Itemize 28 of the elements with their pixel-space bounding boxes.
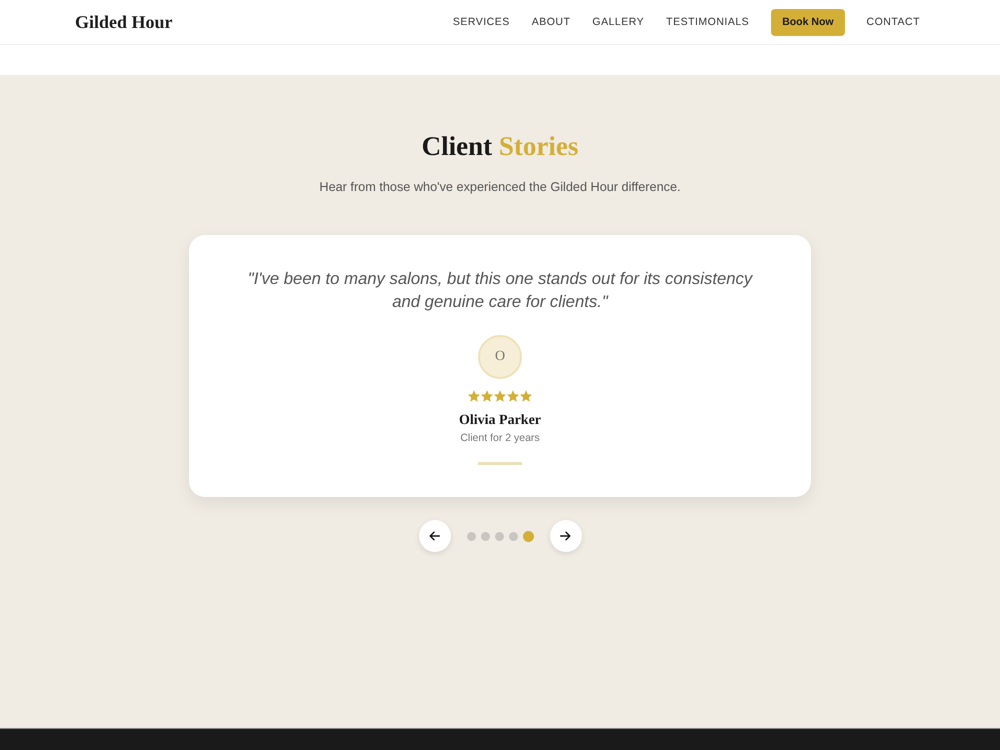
nav-link[interactable]: TESTIMONIALS xyxy=(666,16,750,28)
arrow-left-icon xyxy=(429,531,440,541)
nav-link[interactable]: ABOUT xyxy=(532,16,570,28)
star-icon xyxy=(507,390,519,402)
book-now-button[interactable]: Book Now xyxy=(771,8,845,36)
nav-link[interactable]: SERVICES xyxy=(452,16,510,28)
carousel-dot[interactable] xyxy=(466,532,476,540)
section-subtitle: Hear from those who've experienced the Gilded Hour difference. xyxy=(319,179,681,196)
nav-link[interactable]: CONTACT xyxy=(866,16,920,28)
carousel-dot[interactable] xyxy=(494,532,504,540)
nav-link[interactable]: GALLERY xyxy=(592,16,644,28)
logo[interactable]: Gilded Hour xyxy=(75,12,173,32)
carousel-dot[interactable] xyxy=(480,532,490,540)
section-title: Client Stories xyxy=(422,130,578,163)
previous-button[interactable] xyxy=(418,520,450,552)
carousel-dot[interactable] xyxy=(508,532,518,540)
star-icon xyxy=(468,390,480,402)
accent-divider xyxy=(478,462,522,465)
carousel-dot[interactable] xyxy=(522,530,534,542)
star-icon xyxy=(520,390,532,402)
star-icon xyxy=(494,390,506,402)
next-button[interactable] xyxy=(550,520,582,552)
star-icon xyxy=(481,390,493,402)
avatar: O xyxy=(478,335,522,379)
client-since: Client for 2 years xyxy=(460,431,540,445)
arrow-right-icon xyxy=(560,531,571,541)
client-name: Olivia Parker xyxy=(458,412,542,430)
testimonial-quote: "I've been to many salons, but this one stands out for its consistency and genuine care for clients." xyxy=(246,268,754,313)
